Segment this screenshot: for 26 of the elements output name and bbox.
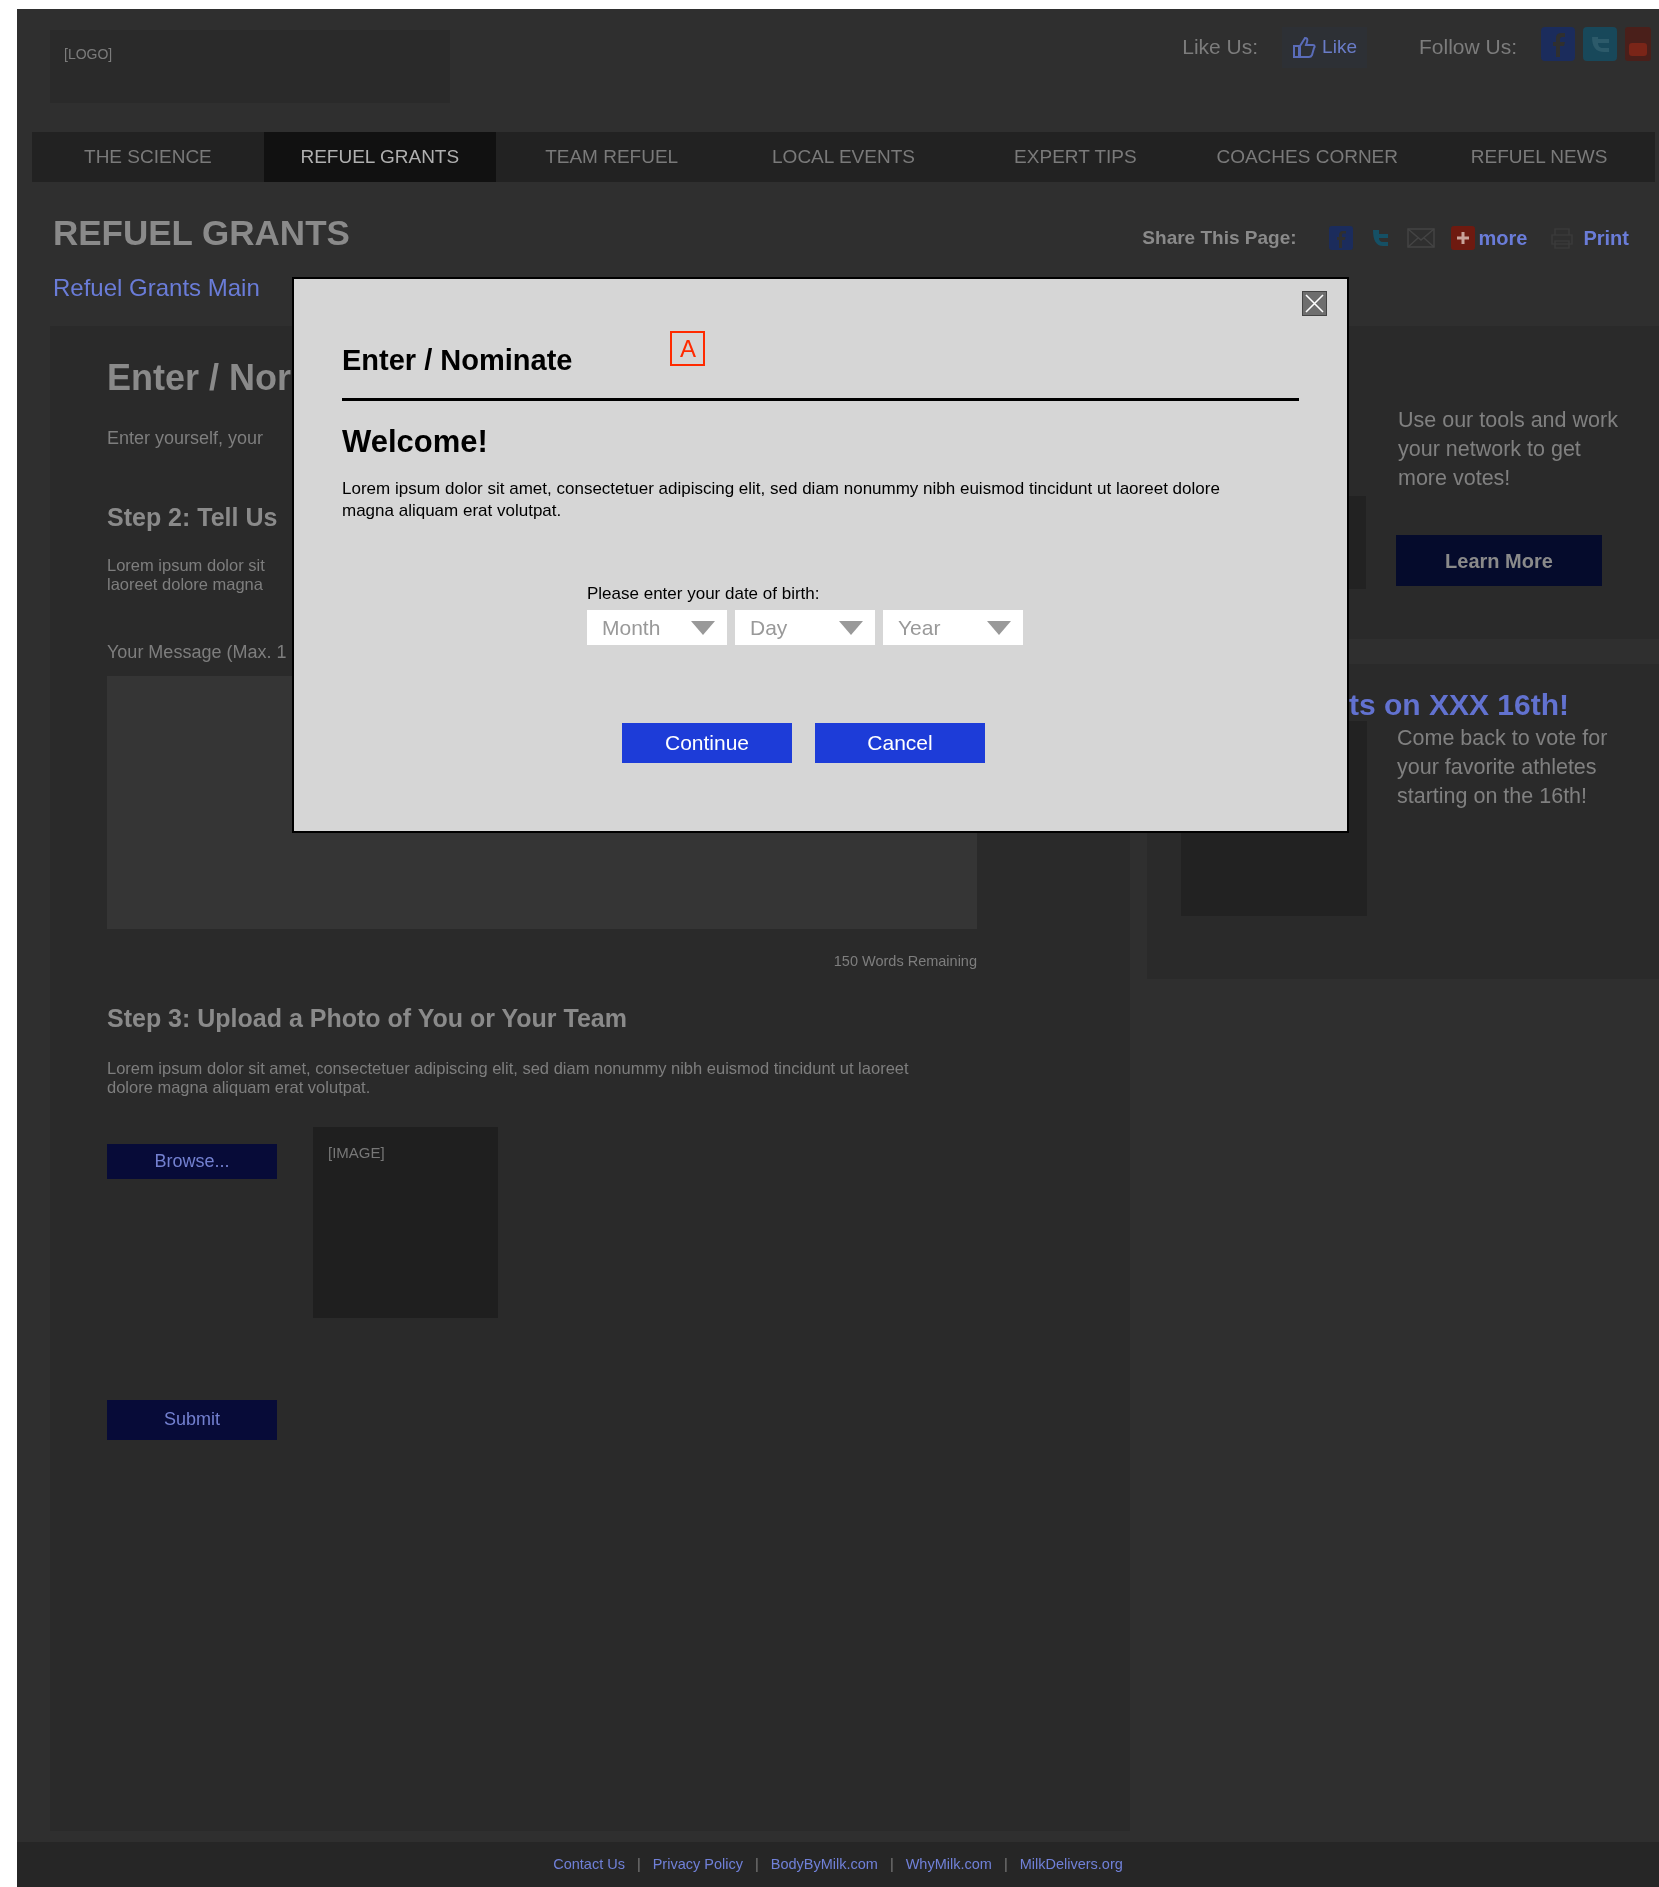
share-label: Share This Page:: [1142, 225, 1297, 250]
link-separator: |: [1003, 1854, 1008, 1874]
promo-text: Use our tools and work your network to get more votes!: [1398, 407, 1619, 493]
step-heading: Step 2: Tell Us: [107, 502, 278, 533]
annotation-marker: A: [670, 331, 706, 366]
step-heading: Step 3: Upload a Photo of You or Your Team: [107, 1002, 627, 1033]
follow-label: Follow Us:: [1418, 34, 1517, 60]
link-separator: |: [889, 1854, 894, 1874]
form-intro: Enter yourself, your: [107, 427, 264, 451]
message-label: Your Message (Max. 1: [107, 641, 287, 665]
step-description: Lorem ipsum dolor sit laoreet dolore magna: [107, 556, 265, 595]
welcome-heading: Welcome!: [342, 422, 489, 460]
dialog-title: Enter / Nominate: [342, 343, 573, 378]
page-title: REFUEL GRANTS: [53, 212, 350, 254]
link-separator: |: [754, 1854, 759, 1874]
promo-heading: ts on XXX 16th!: [1349, 687, 1571, 723]
promo-text: Come back to vote for your favorite athletes starting on the 16th!: [1397, 725, 1609, 811]
dob-label: Please enter your date of birth:: [587, 583, 821, 606]
form-title: Enter / Nor: [107, 356, 292, 400]
link-separator: |: [636, 1854, 641, 1874]
word-count: 150 Words Remaining: [832, 952, 977, 972]
logo-text: [LOGO]: [64, 45, 113, 64]
dialog-text: Lorem ipsum dolor sit amet, consectetuer adipiscing elit, sed diam nonummy nibh euismod tincidunt ut laoreet dolore magna aliquam erat volutpat.: [342, 478, 1221, 522]
image-label: [IMAGE]: [328, 1142, 385, 1163]
like-label: Like Us:: [1182, 34, 1259, 60]
step-description: Lorem ipsum dolor sit amet, consectetuer adipiscing elit, sed diam nonummy nibh euismod tincidunt ut laoreet dolore magna aliquam erat volutpat.: [107, 1058, 910, 1097]
